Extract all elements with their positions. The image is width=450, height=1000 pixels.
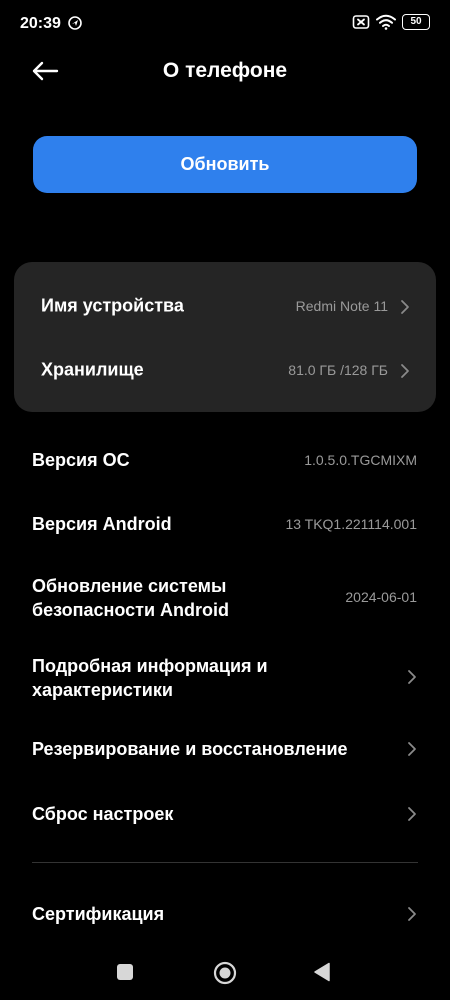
chevron-right-icon xyxy=(408,742,416,756)
details-row[interactable]: Подробная информация и характеристики xyxy=(0,648,450,712)
security-update-row[interactable]: Обновление системы безопасности Android … xyxy=(0,566,450,630)
device-name-label: Имя устройства xyxy=(41,295,184,316)
back-triangle-icon[interactable] xyxy=(313,962,331,982)
android-version-label: Версия Android xyxy=(32,514,172,534)
os-version-label: Версия ОС xyxy=(32,450,130,470)
page-header: О телефоне xyxy=(0,48,450,98)
security-update-label: Обновление системы безопасности Android xyxy=(32,576,230,620)
status-icons: 50 xyxy=(352,14,430,30)
android-version-value: 13 TKQ1.221114.001 xyxy=(285,516,417,532)
chevron-right-icon xyxy=(401,300,409,314)
chevron-right-icon xyxy=(408,907,416,921)
location-icon xyxy=(68,16,82,30)
os-version-value: 1.0.5.0.TGCMIXM xyxy=(304,452,417,468)
reset-label: Сброс настроек xyxy=(32,804,174,824)
chevron-right-icon xyxy=(408,807,416,821)
wifi-icon xyxy=(376,14,396,30)
recents-icon[interactable] xyxy=(117,964,133,980)
update-button[interactable]: Обновить xyxy=(33,136,417,193)
storage-label: Хранилище xyxy=(41,359,144,380)
certification-row[interactable]: Сертификация xyxy=(0,888,450,942)
status-time: 20:39 xyxy=(20,15,61,32)
storage-row[interactable]: Хранилище 81.0 ГБ /128 ГБ xyxy=(14,336,436,400)
security-update-value: 2024-06-01 xyxy=(345,589,417,605)
home-icon[interactable] xyxy=(213,961,237,985)
os-version-row[interactable]: Версия ОС 1.0.5.0.TGCMIXM xyxy=(0,430,450,490)
device-name-value: Redmi Note 11 xyxy=(295,298,388,314)
backup-row[interactable]: Резервирование и восстановление xyxy=(0,722,450,778)
device-name-row[interactable]: Имя устройства Redmi Note 11 xyxy=(14,272,436,336)
backup-label: Резервирование и восстановление xyxy=(32,739,348,759)
chevron-right-icon xyxy=(408,670,416,684)
android-version-row[interactable]: Версия Android 13 TKQ1.221114.001 xyxy=(0,494,450,554)
navigation-bar xyxy=(0,945,450,1000)
reset-row[interactable]: Сброс настроек xyxy=(0,786,450,842)
device-card: Имя устройства Redmi Note 11 Хранилище 8… xyxy=(14,262,436,412)
certification-label: Сертификация xyxy=(32,904,165,924)
section-divider xyxy=(32,862,418,863)
page-title: О телефоне xyxy=(162,59,288,82)
status-bar: 20:39 50 xyxy=(0,0,450,48)
chevron-right-icon xyxy=(401,364,409,378)
no-sim-icon xyxy=(352,15,370,29)
battery-icon: 50 xyxy=(402,14,430,30)
storage-value: 81.0 ГБ /128 ГБ xyxy=(288,362,388,378)
details-label: Подробная информация и характеристики xyxy=(32,656,268,700)
